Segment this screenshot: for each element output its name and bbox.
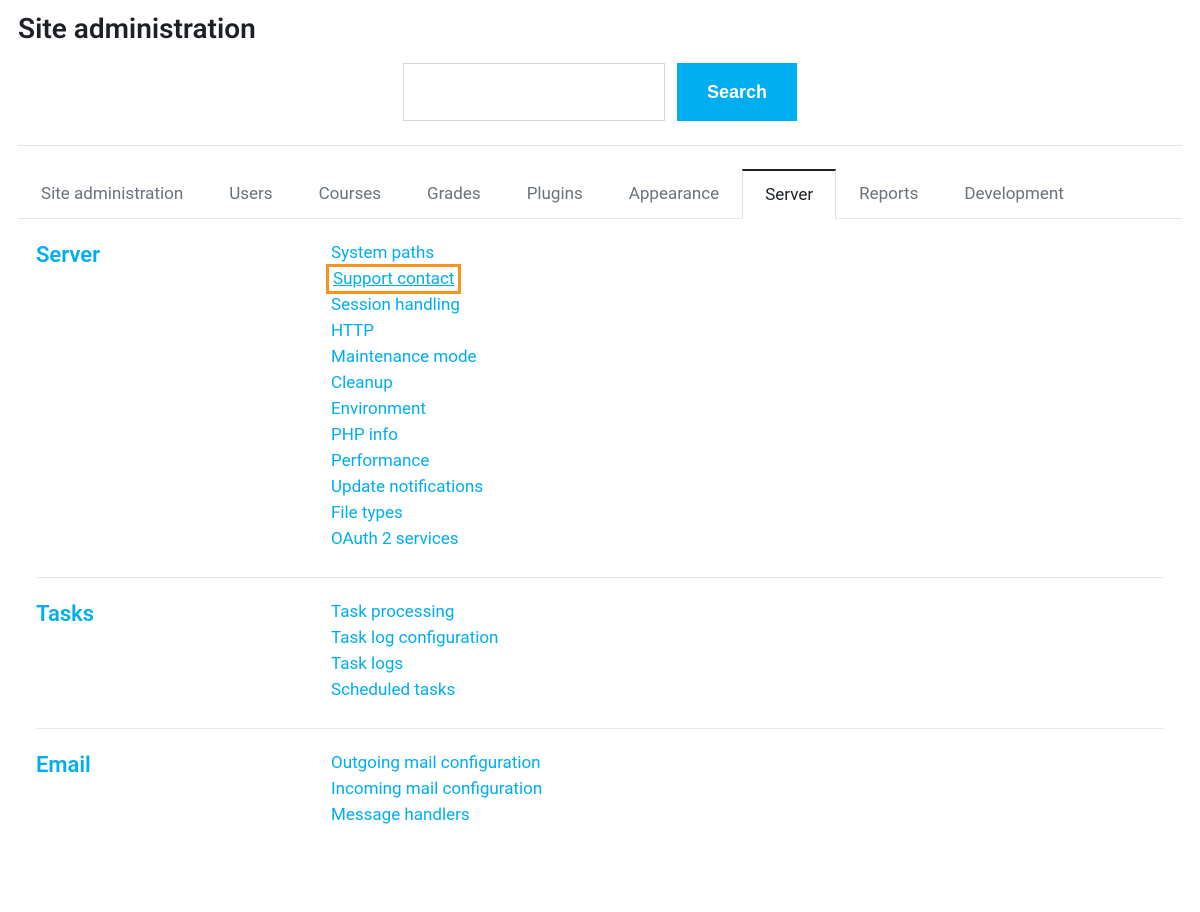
link-system-paths[interactable]: System paths bbox=[331, 243, 434, 263]
link-message-handlers[interactable]: Message handlers bbox=[331, 805, 470, 825]
section-server: ServerSystem paths Support contact Session… bbox=[36, 219, 1164, 578]
link-incoming-mail-configuration[interactable]: Incoming mail configuration bbox=[331, 779, 542, 799]
link-http[interactable]: HTTP bbox=[331, 321, 374, 341]
tab-site-administration[interactable]: Site administration bbox=[18, 169, 206, 219]
tab-grades[interactable]: Grades bbox=[404, 169, 504, 219]
link-file-types[interactable]: File types bbox=[331, 503, 403, 523]
link-session-handling[interactable]: Session handling bbox=[331, 295, 460, 315]
tabs: Site administrationUsersCoursesGradesPlu… bbox=[18, 168, 1182, 219]
link-oauth-2-services[interactable]: OAuth 2 services bbox=[331, 529, 459, 549]
section-heading-tasks[interactable]: Tasks bbox=[36, 602, 331, 627]
tab-development[interactable]: Development bbox=[941, 169, 1086, 219]
search-row: Search bbox=[18, 63, 1182, 146]
search-button[interactable]: Search bbox=[677, 63, 797, 121]
page-title: Site administration bbox=[18, 12, 1182, 45]
tab-server[interactable]: Server bbox=[742, 169, 836, 219]
link-update-notifications[interactable]: Update notifications bbox=[331, 477, 483, 497]
search-input[interactable] bbox=[403, 63, 665, 121]
link-php-info[interactable]: PHP info bbox=[331, 425, 398, 445]
section-links: Outgoing mail configuration Incoming mail… bbox=[331, 753, 542, 825]
link-task-log-configuration[interactable]: Task log configuration bbox=[331, 628, 498, 648]
link-environment[interactable]: Environment bbox=[331, 399, 426, 419]
link-outgoing-mail-configuration[interactable]: Outgoing mail configuration bbox=[331, 753, 541, 773]
link-scheduled-tasks[interactable]: Scheduled tasks bbox=[331, 680, 455, 700]
link-support-contact[interactable]: Support contact bbox=[331, 269, 456, 289]
link-task-processing[interactable]: Task processing bbox=[331, 602, 454, 622]
link-performance[interactable]: Performance bbox=[331, 451, 429, 471]
section-links: Task processing Task log configuration Tas… bbox=[331, 602, 498, 700]
tab-plugins[interactable]: Plugins bbox=[504, 169, 606, 219]
section-tasks: TasksTask processing Task log configurati… bbox=[36, 578, 1164, 729]
link-cleanup[interactable]: Cleanup bbox=[331, 373, 393, 393]
section-email: EmailOutgoing mail configuration Incoming… bbox=[36, 729, 1164, 853]
tab-courses[interactable]: Courses bbox=[296, 169, 404, 219]
section-heading-server[interactable]: Server bbox=[36, 243, 331, 268]
tab-reports[interactable]: Reports bbox=[836, 169, 941, 219]
tab-appearance[interactable]: Appearance bbox=[606, 169, 742, 219]
section-heading-email[interactable]: Email bbox=[36, 753, 331, 778]
link-maintenance-mode[interactable]: Maintenance mode bbox=[331, 347, 477, 367]
section-links: System paths Support contact Session handl… bbox=[331, 243, 483, 549]
link-task-logs[interactable]: Task logs bbox=[331, 654, 403, 674]
tab-users[interactable]: Users bbox=[206, 169, 295, 219]
sections-container: ServerSystem paths Support contact Session… bbox=[18, 219, 1182, 853]
